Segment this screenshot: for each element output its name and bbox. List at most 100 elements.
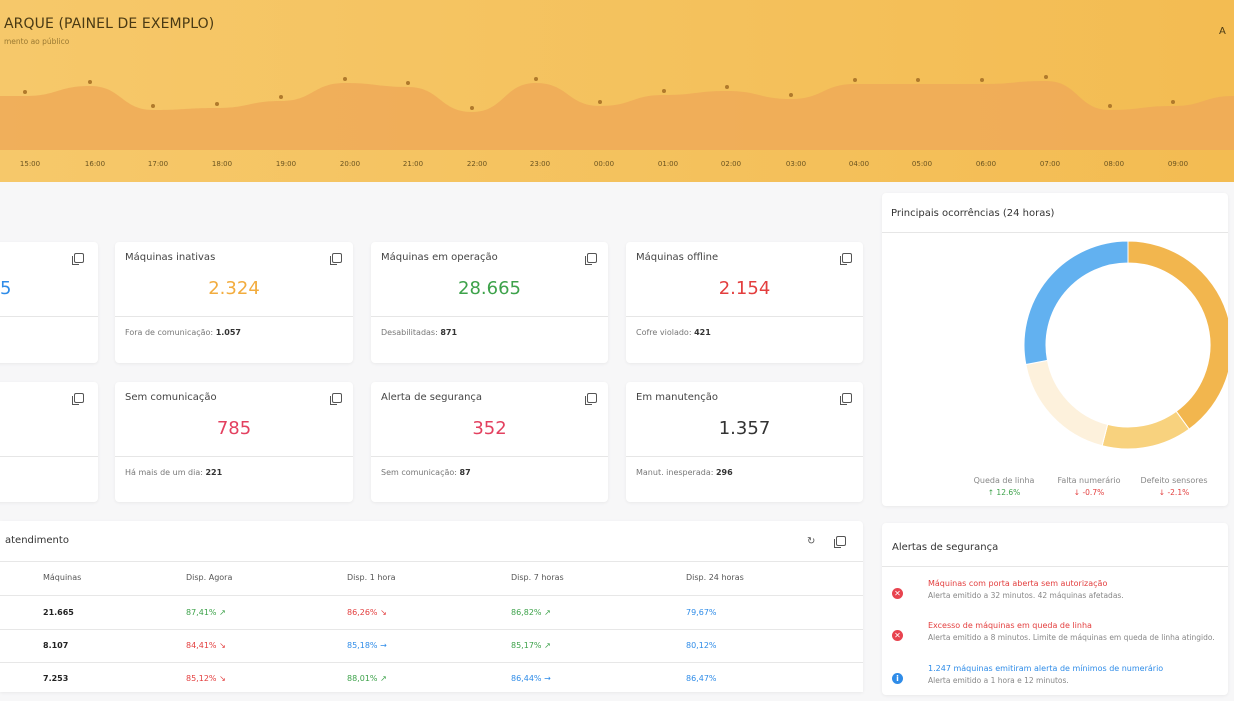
- legend-label: Defeito sensores: [1140, 476, 1208, 485]
- stat-footer-label: Há mais de um dia:: [125, 468, 203, 477]
- stat-footer: Sem comunicação: 87: [381, 468, 471, 477]
- column-header-disp-24h[interactable]: Disp. 24 horas: [686, 573, 744, 582]
- trend-flat-icon: →: [544, 674, 551, 683]
- stat-value: 5: [0, 278, 12, 299]
- timeline-point: [598, 100, 602, 104]
- time-label: 02:00: [720, 160, 742, 168]
- stat-footer: Manut. inesperada: 296: [636, 468, 733, 477]
- cell-value: 88,01%: [347, 674, 378, 683]
- error-icon: ✕: [892, 630, 903, 641]
- cell-disp-now: 87,41% ↗: [186, 608, 226, 617]
- cell-disp-1h: 88,01% ↗: [347, 674, 387, 683]
- column-header-disp-1h[interactable]: Disp. 1 hora: [347, 573, 396, 582]
- time-label: 09:00: [1167, 160, 1189, 168]
- legend-item-sensor-defect[interactable]: Defeito sensores ↓ -2.1%: [1129, 476, 1219, 497]
- header-right-text: A: [1219, 26, 1226, 37]
- copy-icon[interactable]: [585, 393, 597, 405]
- header-banner: ARQUE (PAINEL DE EXEMPLO) mento ao públi…: [0, 0, 1234, 182]
- timeline-point: [1044, 75, 1048, 79]
- stat-title: Máquinas inativas: [125, 252, 216, 263]
- timeline-point: [470, 106, 474, 110]
- divider: [371, 456, 608, 457]
- copy-icon[interactable]: [834, 536, 846, 548]
- timeline-point: [23, 90, 27, 94]
- stat-footer-label: Cofre violado:: [636, 328, 692, 337]
- cell-value: 86,26%: [347, 608, 378, 617]
- stat-card-partial: [0, 382, 98, 502]
- time-label: 08:00: [1103, 160, 1125, 168]
- alert-description: Alerta emitido a 32 minutos. 42 máquinas…: [928, 591, 1124, 600]
- timeline-point: [1171, 100, 1175, 104]
- availability-table-card: atendimento ↻ Máquinas Disp. Agora Disp.…: [0, 521, 863, 692]
- time-label: 00:00: [593, 160, 615, 168]
- alert-description: Alerta emitido a 8 minutos. Limite de má…: [928, 633, 1215, 642]
- timeline-point: [215, 102, 219, 106]
- copy-icon[interactable]: [840, 393, 852, 405]
- time-label: 04:00: [848, 160, 870, 168]
- time-label: 15:00: [19, 160, 41, 168]
- copy-icon[interactable]: [330, 253, 342, 265]
- time-label: 22:00: [466, 160, 488, 168]
- cell-disp-24h: 79,67%: [686, 608, 717, 617]
- stat-footer: Fora de comunicação: 1.057: [125, 328, 241, 337]
- timeline-point: [151, 104, 155, 108]
- copy-icon[interactable]: [330, 393, 342, 405]
- legend-item-cash-shortage[interactable]: Falta numerário ↓ -0.7%: [1044, 476, 1134, 497]
- divider: [0, 629, 863, 630]
- divider: [626, 456, 863, 457]
- divider: [115, 456, 353, 457]
- stat-title: Máquinas em operação: [381, 252, 498, 263]
- trend-down-icon: ↘: [219, 674, 226, 683]
- divider: [0, 662, 863, 663]
- cell-disp-now: 84,41% ↘: [186, 641, 226, 650]
- stat-title: Máquinas offline: [636, 252, 719, 263]
- trend-down-icon: ↘: [380, 608, 387, 617]
- legend-change: ↓ -2.1%: [1129, 488, 1219, 497]
- cell-disp-7h: 86,44% →: [511, 674, 551, 683]
- cell-value: 85,18%: [347, 641, 378, 650]
- timeline-point: [662, 89, 666, 93]
- column-header-machines[interactable]: Máquinas: [43, 573, 81, 582]
- stat-footer-value: 87: [459, 468, 471, 477]
- donut-slice[interactable]: [1023, 240, 1129, 366]
- time-label: 07:00: [1039, 160, 1061, 168]
- time-label: 21:00: [402, 160, 424, 168]
- legend-item-line-drop[interactable]: Queda de linha ↑ 12.6%: [959, 476, 1049, 497]
- trend-up-icon: ↗: [544, 608, 551, 617]
- time-label: 16:00: [84, 160, 106, 168]
- cell-disp-24h: 86,47%: [686, 674, 717, 683]
- copy-icon[interactable]: [72, 393, 84, 405]
- cell-disp-24h: 80,12%: [686, 641, 717, 650]
- stat-footer-label: Sem comunicação:: [381, 468, 457, 477]
- time-label: 23:00: [529, 160, 551, 168]
- column-header-disp-7h[interactable]: Disp. 7 horas: [511, 573, 564, 582]
- donut-slice[interactable]: [1101, 410, 1190, 450]
- stat-footer-value: 296: [715, 468, 733, 477]
- copy-icon[interactable]: [840, 253, 852, 265]
- time-label: 17:00: [147, 160, 169, 168]
- stat-card-security-alert: Alerta de segurança 352 Sem comunicação:…: [371, 382, 608, 502]
- stat-value: 1.357: [718, 418, 771, 439]
- trend-flat-icon: →: [380, 641, 387, 650]
- copy-icon[interactable]: [585, 253, 597, 265]
- donut-slice[interactable]: [1127, 240, 1228, 430]
- legend-label: Falta numerário: [1057, 476, 1121, 485]
- occurrences-title: Principais ocorrências (24 horas): [891, 208, 1055, 219]
- stat-footer-value: 871: [440, 328, 458, 337]
- donut-slice[interactable]: [1025, 359, 1109, 447]
- cell-disp-7h: 86,82% ↗: [511, 608, 551, 617]
- time-label: 05:00: [911, 160, 933, 168]
- legend-change: ↓ -0.7%: [1044, 488, 1134, 497]
- refresh-icon[interactable]: ↻: [807, 536, 815, 547]
- stat-card-partial: 5: [0, 242, 98, 363]
- column-header-disp-now[interactable]: Disp. Agora: [186, 573, 232, 582]
- stat-card-operating-machines: Máquinas em operação 28.665 Desabilitada…: [371, 242, 608, 363]
- divider: [0, 316, 98, 317]
- trend-down-icon: ↘: [219, 641, 226, 650]
- trend-up-icon: ↗: [380, 674, 387, 683]
- stat-title: Sem comunicação: [125, 392, 217, 403]
- timeline-point: [789, 93, 793, 97]
- alert-title: 1.247 máquinas emitiram alerta de mínimo…: [928, 664, 1164, 673]
- copy-icon[interactable]: [72, 253, 84, 265]
- stat-card-maintenance: Em manutenção 1.357 Manut. inesperada: 2…: [626, 382, 863, 502]
